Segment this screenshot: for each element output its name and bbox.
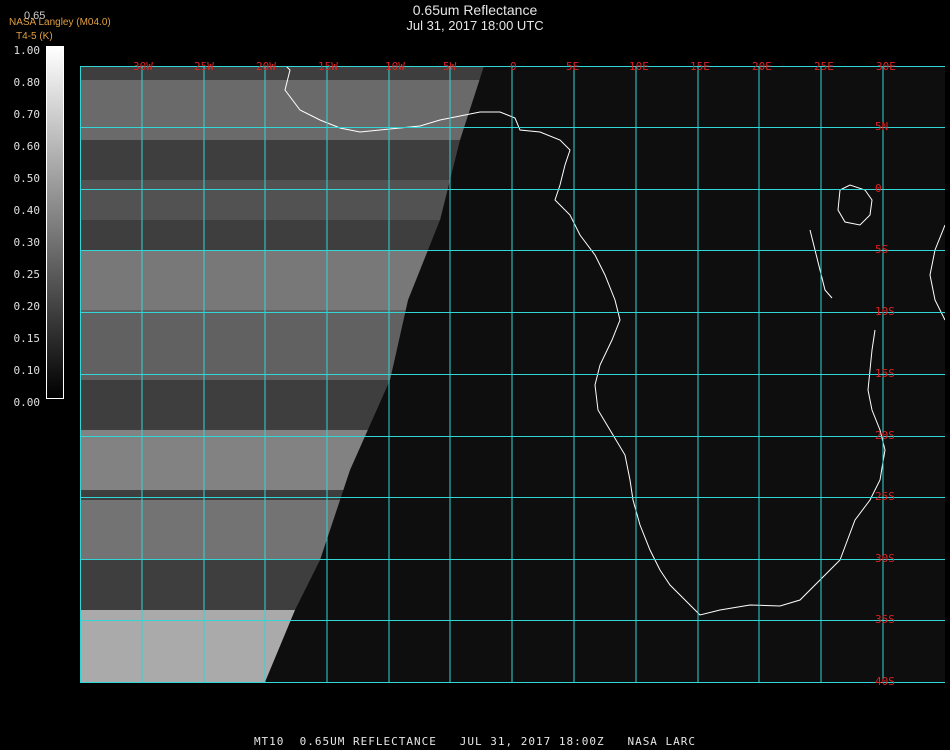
- cloud-band: [80, 310, 484, 380]
- longitude-label: 25W: [194, 60, 214, 73]
- latitude-label: 0: [875, 182, 882, 195]
- latitude-label: 20S: [875, 429, 895, 442]
- map-title: 0.65um Reflectance: [412, 2, 538, 18]
- colorbar-top-label: 0.65: [24, 10, 46, 22]
- latitude-label: 25S: [875, 490, 895, 503]
- longitude-label: 30E: [876, 60, 896, 73]
- cloud-band: [80, 430, 484, 490]
- longitude-label: 0: [510, 60, 517, 73]
- latitude-label: 30S: [875, 552, 895, 565]
- satellite-map: [80, 66, 945, 683]
- longitude-label: 20E: [752, 60, 772, 73]
- longitude-label: 20W: [256, 60, 276, 73]
- latitude-label: 15S: [875, 367, 895, 380]
- colorbar-tick-label: 0.00: [13, 396, 41, 409]
- colorbar-tick-label: 0.15: [13, 332, 41, 345]
- colorbar: [46, 46, 64, 399]
- latitude-label: 10S: [875, 305, 895, 318]
- latitude-label: 5N: [875, 120, 889, 133]
- credit-sublabel: T4-5 (K): [16, 31, 53, 42]
- colorbar-tick-label: 0.10: [13, 364, 41, 377]
- latitude-label: 35S: [875, 613, 895, 626]
- colorbar-tick-label: 0.60: [13, 140, 41, 153]
- footer-caption: MT10 0.65UM REFLECTANCE JUL 31, 2017 18:…: [253, 735, 697, 748]
- map-canvas: [80, 66, 945, 683]
- colorbar-tick-label: 0.20: [13, 300, 41, 313]
- cloud-band: [80, 80, 484, 140]
- longitude-label: 10W: [385, 60, 405, 73]
- cloud-band: [80, 500, 484, 560]
- longitude-label: 5E: [566, 60, 580, 73]
- colorbar-tick-label: 0.50: [13, 172, 41, 185]
- colorbar-tick-label: 0.25: [13, 268, 41, 281]
- cloud-band: [80, 250, 484, 310]
- longitude-label: 25E: [814, 60, 834, 73]
- latitude-label: 5S: [875, 243, 889, 256]
- longitude-label: 5W: [443, 60, 457, 73]
- cloud-band: [80, 180, 484, 220]
- madagascar-coastline: [929, 224, 945, 321]
- map-datetime: Jul 31, 2017 18:00 UTC: [406, 18, 544, 33]
- longitude-label: 10E: [629, 60, 649, 73]
- longitude-label: 15W: [318, 60, 338, 73]
- colorbar-tick-label: 0.30: [13, 236, 41, 249]
- colorbar-tick-label: 1.00: [13, 44, 41, 57]
- longitude-label: 30W: [133, 60, 153, 73]
- colorbar-tick-label: 0.70: [13, 108, 41, 121]
- lake-victoria: [837, 184, 873, 226]
- latitude-label: 40S: [875, 675, 895, 688]
- colorbar-tick-label: 0.80: [13, 76, 41, 89]
- longitude-label: 15E: [690, 60, 710, 73]
- colorbar-tick-label: 0.40: [13, 204, 41, 217]
